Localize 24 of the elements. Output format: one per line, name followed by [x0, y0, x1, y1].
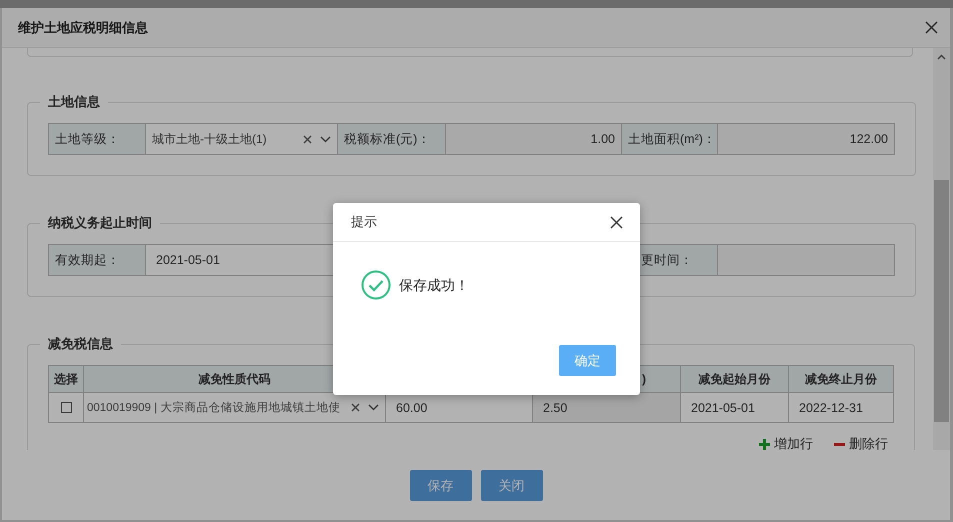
dialog-title: 维护土地应税明细信息 [18, 18, 148, 36]
add-row-link[interactable]: 增加行 [758, 436, 813, 450]
success-icon [361, 270, 391, 300]
close-icon[interactable] [925, 21, 938, 34]
column-header: 减免终止月份 [788, 366, 894, 392]
column-header: 减免起始月份 [680, 366, 788, 392]
table-cell: 2021-05-01 [680, 392, 788, 422]
scrollbar-thumb[interactable] [934, 180, 949, 422]
clear-icon[interactable] [351, 403, 360, 412]
caret-icon[interactable] [368, 404, 379, 411]
plus-icon [758, 438, 771, 450]
row-checkbox[interactable] [60, 402, 72, 413]
scrollbar[interactable] [933, 48, 950, 450]
section-title: 减免税信息 [47, 335, 114, 353]
table-cell: 2022-12-31 [788, 392, 894, 422]
section-title: 纳税义务起止时间 [46, 214, 153, 232]
close-icon[interactable] [610, 216, 623, 228]
scroll-up-icon[interactable] [937, 54, 946, 60]
message-text: 保存成功！ [399, 276, 469, 295]
delete-row-link[interactable]: 删除行 [833, 436, 888, 450]
column-header: 选择 [48, 366, 84, 392]
section-title: 土地信息 [47, 93, 101, 111]
table-cell: 2.50 [532, 392, 680, 422]
dialog-title: 提示 [351, 213, 377, 231]
